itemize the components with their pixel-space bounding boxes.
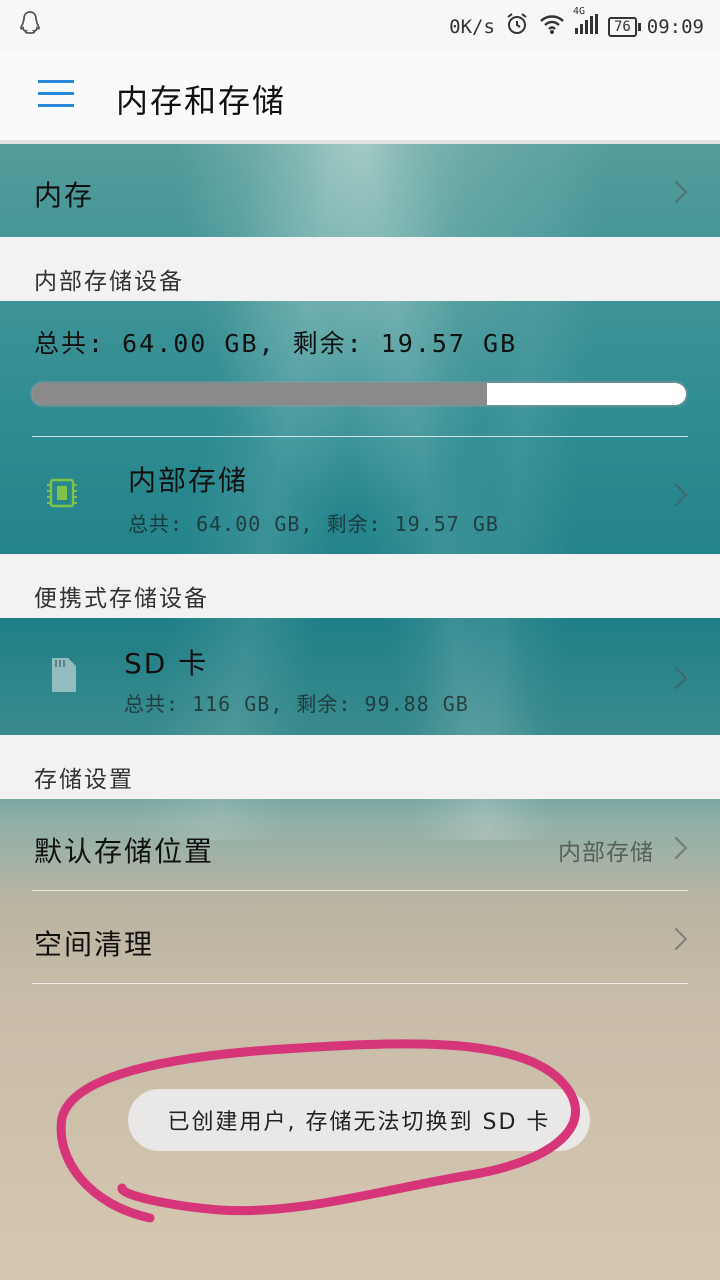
storage-usage-bar [32, 383, 686, 405]
network-speed: 0K/s [449, 15, 495, 38]
default-storage-location-row[interactable]: 默认存储位置 内部存储 [0, 800, 720, 890]
chevron-right-icon [664, 483, 688, 507]
chevron-right-icon [664, 666, 688, 690]
signal-icon: 4G [573, 6, 598, 39]
storage-usage-fill [32, 383, 487, 405]
chevron-right-icon [664, 927, 688, 951]
space-cleanup-row[interactable]: 空间清理 [0, 891, 720, 983]
memory-row[interactable]: 内存 [0, 144, 720, 237]
toast-message: 已创建用户, 存储无法切换到 SD 卡 [128, 1089, 590, 1151]
memory-label: 内存 [34, 179, 95, 212]
wifi-icon [539, 13, 565, 40]
alarm-icon [505, 12, 529, 41]
internal-storage-item[interactable]: 内部存储 总共: 64.00 GB, 剩余: 19.57 GB [0, 437, 720, 554]
internal-storage-detail: 总共: 64.00 GB, 剩余: 19.57 GB [128, 512, 499, 536]
network-type-label: 4G [572, 6, 585, 17]
sd-card-item[interactable]: SD 卡 总共: 116 GB, 剩余: 99.88 GB [0, 618, 720, 735]
chevron-right-icon [664, 180, 688, 204]
sd-card-icon [52, 658, 76, 692]
sd-card-detail: 总共: 116 GB, 剩余: 99.88 GB [124, 692, 469, 716]
clock: 09:09 [646, 15, 704, 38]
default-location-label: 默认存储位置 [34, 835, 215, 868]
sd-card-title: SD 卡 [124, 647, 209, 680]
page-title: 内存和存储 [116, 82, 287, 120]
space-cleanup-label: 空间清理 [34, 928, 155, 961]
internal-storage-title: 内部存储 [128, 464, 249, 497]
hamburger-menu-icon[interactable] [38, 80, 74, 108]
qq-icon [18, 10, 42, 42]
divider [32, 983, 688, 984]
section-header-settings: 存储设置 [34, 767, 134, 793]
section-header-internal: 内部存储设备 [34, 269, 184, 295]
internal-summary: 总共: 64.00 GB, 剩余: 19.57 GB [34, 329, 518, 358]
section-header-portable: 便携式存储设备 [34, 586, 209, 612]
default-location-value: 内部存储 [558, 840, 654, 866]
chevron-right-icon [664, 836, 688, 860]
app-bar: 内存和存储 [0, 50, 720, 144]
chip-icon [47, 478, 77, 508]
battery-icon: 76 [607, 16, 641, 37]
status-bar: 0K/s 4G 76 09:09 [0, 0, 720, 50]
